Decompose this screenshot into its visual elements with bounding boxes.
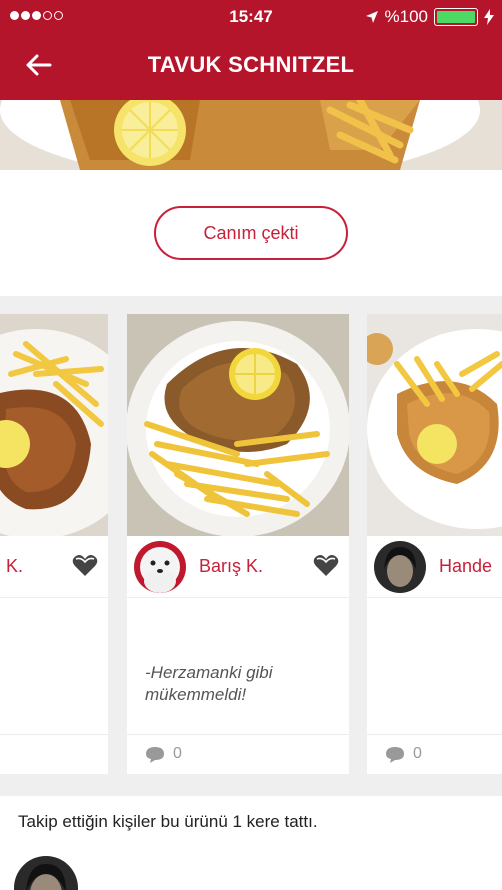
review-username[interactable]: K. <box>6 556 23 577</box>
review-user-row[interactable]: K. <box>0 536 108 598</box>
heart-icon[interactable] <box>72 554 98 578</box>
review-card[interactable]: Hande 0 <box>367 314 502 774</box>
review-user-row[interactable]: Hande <box>367 536 502 598</box>
heart-icon[interactable] <box>313 554 339 578</box>
status-bar: 15:47 %100 <box>0 0 502 34</box>
comment-count: 0 <box>413 745 422 762</box>
avatar[interactable] <box>134 541 186 593</box>
crave-button[interactable]: Canım çekti <box>154 206 348 260</box>
review-footer <box>0 734 108 774</box>
page-title: TAVUK SCHNITZEL <box>147 52 355 77</box>
reviews-carousel[interactable]: K. Barış K. -Herzamanki gibi mükemmeldi!… <box>0 296 502 796</box>
review-username[interactable]: Barış K. <box>199 556 263 577</box>
review-photo[interactable] <box>367 314 502 536</box>
review-username[interactable]: Hande <box>439 556 492 577</box>
avatar[interactable] <box>374 541 426 593</box>
comment-bubble-icon[interactable] <box>385 746 405 764</box>
review-user-row[interactable]: Barış K. <box>127 536 349 598</box>
app-header: 15:47 %100 TAVUK SCHNITZEL <box>0 0 502 100</box>
charging-bolt-icon <box>484 9 494 25</box>
follower-avatar[interactable] <box>14 856 78 890</box>
battery-icon <box>434 8 478 26</box>
review-footer: 0 <box>127 734 349 774</box>
review-photo[interactable] <box>127 314 349 536</box>
review-photo[interactable] <box>0 314 108 536</box>
review-footer: 0 <box>367 734 502 774</box>
review-comment: -Herzamanki gibi mükemmeldi! <box>145 663 273 704</box>
followers-summary: Takip ettiğin kişiler bu ürünü 1 kere ta… <box>18 812 318 831</box>
location-arrow-icon <box>365 11 378 23</box>
battery-percent: %100 <box>384 7 428 26</box>
review-card[interactable]: Barış K. -Herzamanki gibi mükemmeldi! 0 <box>127 314 349 774</box>
comment-count: 0 <box>173 745 182 762</box>
dish-hero-image <box>0 100 502 170</box>
comment-bubble-icon[interactable] <box>145 746 165 764</box>
review-card[interactable]: K. <box>0 314 108 774</box>
